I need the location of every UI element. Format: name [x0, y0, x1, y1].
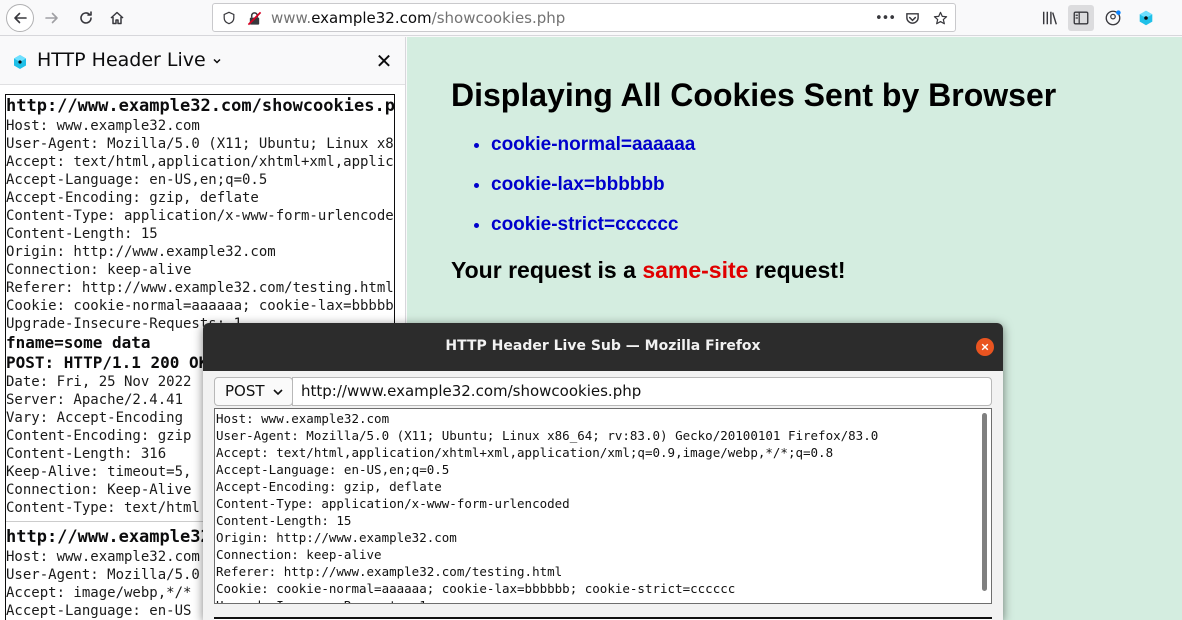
http-header-live-sub-window: HTTP Header Live Sub — Mozilla Firefox P…: [203, 323, 1003, 620]
header-line: Cookie: cookie-normal=aaaaaa; cookie-lax…: [216, 581, 736, 596]
header-line: Accept-Language: en-US,en;q=0.5: [6, 172, 268, 188]
header-line: Accept-Encoding: gzip, deflate: [6, 190, 259, 206]
window-title: HTTP Header Live Sub — Mozilla Firefox: [445, 338, 761, 354]
header-line: Host: www.example32.com: [6, 118, 200, 134]
library-icon[interactable]: [1040, 8, 1060, 28]
http-header-live-extension-icon[interactable]: [1136, 8, 1156, 28]
request-url-value: http://www.example32.com/showcookies.php: [301, 382, 642, 400]
account-icon[interactable]: [1103, 8, 1123, 28]
url-path: /showcookies.php: [431, 9, 566, 27]
home-button[interactable]: [103, 4, 131, 32]
header-line: Connection: keep-alive: [216, 547, 382, 562]
header-line: Accept: text/html,application/xhtml+xml,…: [216, 445, 834, 460]
http-header-live-logo-icon: [14, 55, 26, 69]
header-line: User-Agent: Mozilla/5.0 (X11; Ubuntu; Li…: [6, 136, 394, 152]
sidebar-header: HTTP Header Live ✕: [0, 37, 405, 85]
reload-icon: [80, 11, 92, 24]
insecure-lock-icon[interactable]: [246, 10, 262, 26]
url-bar[interactable]: www.example32.com/showcookies.php •••: [212, 3, 956, 32]
request-headers-textarea[interactable]: Host: www.example32.com User-Agent: Mozil…: [214, 408, 992, 604]
header-line: Content-Type: application/x-www-form-url…: [216, 496, 570, 511]
close-icon: [981, 343, 989, 351]
header-line: Upgrade-Insecure-Requests: 1: [215, 597, 975, 603]
list-item: cookie-lax=bbbbbb: [491, 173, 695, 213]
pocket-icon[interactable]: [904, 10, 920, 26]
chevron-down-icon: [213, 58, 221, 64]
method-label: POST: [225, 382, 265, 400]
method-select[interactable]: POST: [214, 377, 293, 406]
header-line: Origin: http://www.example32.com: [216, 530, 457, 545]
request-message-suffix: request!: [748, 257, 846, 283]
header-line: Connection: keep-alive: [6, 262, 192, 278]
back-button[interactable]: [6, 4, 34, 32]
header-line: Cookie: cookie-normal=aaaaaa; cookie-lax…: [6, 298, 394, 314]
request-url-field[interactable]: http://www.example32.com/showcookies.php: [292, 377, 992, 406]
header-line: Origin: http://www.example32.com: [6, 244, 276, 260]
page-actions-button[interactable]: •••: [875, 10, 896, 26]
header-line: User-Agent: Mozilla/5.0 (X11; Ubuntu; Li…: [216, 428, 879, 443]
list-item: cookie-strict=cccccc: [491, 213, 695, 253]
list-item: cookie-normal=aaaaaa: [491, 133, 695, 173]
sidebar-toggle-icon[interactable]: [1068, 5, 1094, 31]
sidebar-title-dropdown[interactable]: HTTP Header Live: [37, 49, 222, 71]
header-line: Referer: http://www.example32.com/testin…: [216, 564, 563, 579]
reload-button[interactable]: [72, 4, 100, 32]
request-message-prefix: Your request is a: [451, 257, 643, 283]
home-icon: [110, 11, 124, 25]
header-line: Accept-Encoding: gzip, deflate: [216, 479, 442, 494]
info-icon[interactable]: [221, 10, 237, 26]
sidebar-title: HTTP Header Live: [37, 49, 206, 71]
request-url[interactable]: http://www.example32.com/showcookies.php: [6, 95, 394, 117]
scrollbar[interactable]: [982, 413, 987, 591]
arrow-right-icon: [45, 12, 58, 24]
forward-button[interactable]: [38, 4, 66, 32]
request-type-message: Your request is a same-site request!: [451, 257, 846, 284]
arrow-left-icon: [14, 12, 27, 24]
header-line: Content-Length: 15: [6, 226, 158, 242]
url-prefix: www.: [271, 9, 312, 27]
header-line: Accept: text/html,application/xhtml+xml,…: [6, 154, 394, 170]
window-titlebar[interactable]: HTTP Header Live Sub — Mozilla Firefox: [203, 323, 1003, 371]
header-line: Content-Type: application/x-www-form-url…: [6, 208, 394, 224]
url-text[interactable]: www.example32.com/showcookies.php: [271, 9, 565, 27]
url-host: example32.com: [311, 9, 432, 27]
window-close-button[interactable]: [976, 338, 994, 356]
cookie-list: cookie-normal=aaaaaa cookie-lax=bbbbbb c…: [491, 133, 695, 253]
header-line: Accept-Language: en-US,en;q=0.5: [216, 462, 450, 477]
request-type-badge: same-site: [642, 257, 749, 283]
chevron-down-icon: [273, 389, 283, 396]
header-line: Host: www.example32.com: [216, 411, 390, 426]
header-line: Referer: http://www.example32.com/testin…: [6, 280, 394, 296]
page-heading: Displaying All Cookies Sent by Browser: [451, 77, 1057, 113]
header-line: Content-Length: 15: [216, 513, 352, 528]
browser-toolbar: www.example32.com/showcookies.php •••: [0, 0, 1182, 36]
sidebar-close-button[interactable]: ✕: [374, 51, 394, 71]
bookmark-star-icon[interactable]: [932, 10, 948, 26]
